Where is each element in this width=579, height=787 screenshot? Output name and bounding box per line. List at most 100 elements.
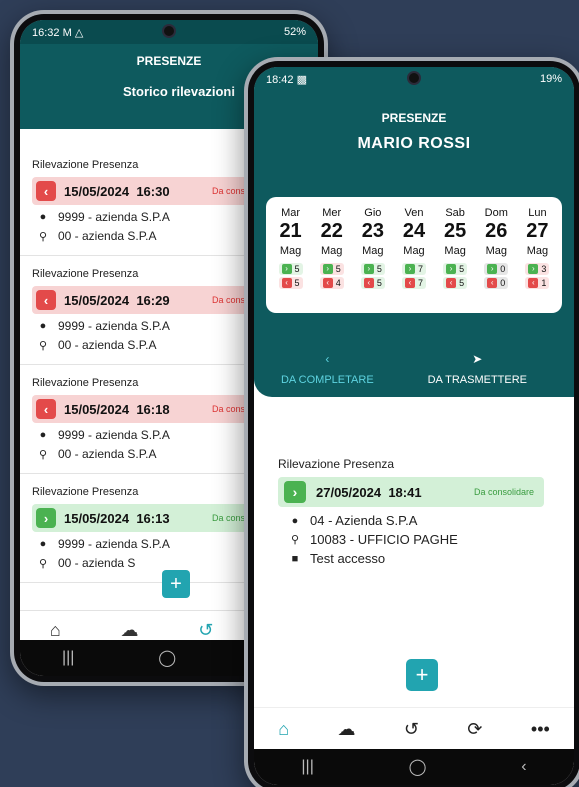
sync-icon[interactable]: ⟳	[467, 719, 482, 740]
app-title: PRESENZE	[381, 111, 447, 125]
back-icon[interactable]: ‹	[521, 758, 526, 776]
user-icon: ●	[39, 429, 47, 441]
exit-arrow-icon: ‹	[36, 399, 56, 419]
user-icon: ●	[39, 538, 47, 550]
record-office: 00 - azienda S	[58, 556, 136, 570]
record-company: 9999 - azienda S.P.A	[58, 210, 170, 224]
entry-arrow-icon: ›	[284, 481, 306, 503]
notification-icon: ▩	[296, 73, 307, 86]
status-badge: Da consolidare	[474, 487, 535, 497]
add-button[interactable]: +	[162, 570, 190, 598]
add-button[interactable]: +	[406, 659, 438, 691]
history-icon[interactable]: ↺	[404, 719, 419, 740]
record-time: 16:18	[136, 401, 170, 417]
entry-arrow-icon: ›	[404, 264, 415, 274]
entry-arrow-icon: ›	[322, 264, 333, 274]
exit-count: 5	[294, 278, 300, 288]
record-date: 15/05/2024	[64, 510, 130, 526]
status-left-icons: M △	[62, 26, 84, 39]
calendar-day[interactable]: Ven 24 Mag › 7 ‹ 7	[396, 207, 432, 313]
entry-count: 5	[376, 264, 382, 274]
exit-arrow-icon: ‹	[404, 278, 415, 288]
exit-count: 1	[541, 278, 547, 288]
week-calendar: Mar 21 Mag › 5 ‹ 5 Mer 22 Mag › 5 ‹ 4 Gi…	[266, 197, 562, 313]
record-company: 9999 - azienda S.P.A	[58, 319, 170, 333]
entry-arrow-icon: ›	[528, 264, 539, 274]
location-pin-icon: ⚲	[290, 534, 300, 546]
calendar-day[interactable]: Gio 23 Mag › 5 ‹ 5	[355, 207, 391, 313]
record-company: 04 - Azienda S.P.A	[310, 513, 418, 528]
cloud-upload-icon[interactable]: ☁	[337, 719, 355, 740]
entry-count: 3	[541, 264, 547, 274]
record-time: 16:13	[136, 510, 170, 526]
user-name: MARIO ROSSI	[357, 135, 471, 152]
entry-arrow-icon: ›	[446, 264, 457, 274]
exit-arrow-icon: ‹	[36, 290, 56, 310]
entry-count: 7	[417, 264, 423, 274]
record-note: Test accesso	[310, 551, 386, 566]
location-pin-icon: ⚲	[38, 230, 48, 243]
tab-da-trasmettere[interactable]: ➤ DA TRASMETTERE	[428, 352, 527, 386]
more-icon[interactable]: •••	[531, 719, 550, 740]
recents-icon[interactable]: |||	[62, 649, 74, 667]
exit-count: 4	[335, 278, 341, 288]
record-date: 15/05/2024	[64, 401, 130, 417]
record-time: 16:30	[136, 183, 170, 199]
exit-arrow-icon: ‹	[36, 181, 56, 201]
calendar-day[interactable]: Mer 22 Mag › 5 ‹ 4	[314, 207, 350, 313]
chevron-left-icon: ‹	[325, 352, 330, 366]
recents-icon[interactable]: |||	[301, 758, 313, 776]
entry-arrow-icon: ›	[36, 508, 56, 528]
record-date: 15/05/2024	[64, 292, 130, 308]
entry-count: 5	[335, 264, 341, 274]
calendar-day[interactable]: Sab 25 Mag › 5 ‹ 5	[437, 207, 473, 313]
status-time: 18:42	[266, 73, 294, 86]
cloud-upload-icon[interactable]: ☁	[120, 620, 138, 641]
status-time: 16:32	[32, 26, 60, 39]
record-office: 00 - azienda S.P.A	[58, 338, 157, 352]
tabs: ‹ DA COMPLETARE ➤ DA TRASMETTERE	[254, 352, 574, 386]
battery-level: 19%	[539, 73, 562, 85]
system-nav: ||| ◯ ‹	[254, 749, 574, 785]
note-icon: ■	[291, 552, 299, 565]
record-detail[interactable]: Rilevazione Presenza › 27/05/2024 18:41 …	[254, 397, 574, 566]
camera-icon	[162, 24, 176, 38]
exit-arrow-icon: ‹	[363, 278, 374, 288]
location-pin-icon: ⚲	[38, 339, 48, 352]
calendar-day[interactable]: Dom 26 Mag › 0 ‹ 0	[478, 207, 514, 313]
header: 18:42 ▩ 19% PRESENZE MARIO ROSSI Mar 21 …	[254, 67, 574, 397]
calendar-day[interactable]: Mar 21 Mag › 5 ‹ 5	[273, 207, 309, 313]
entry-arrow-icon: ›	[487, 264, 498, 274]
record-time: 18:41	[388, 484, 422, 500]
location-pin-icon: ⚲	[38, 448, 48, 461]
location-pin-icon: ⚲	[38, 557, 48, 570]
camera-icon	[407, 71, 421, 85]
home-circle-icon[interactable]: ◯	[409, 757, 427, 777]
exit-count: 7	[417, 278, 423, 288]
home-icon[interactable]: ⌂	[50, 620, 61, 641]
exit-count: 5	[376, 278, 382, 288]
record-office: 10083 - UFFICIO PAGHE	[310, 532, 458, 547]
record-company: 9999 - azienda S.P.A	[58, 428, 170, 442]
user-icon: ●	[39, 211, 47, 223]
exit-arrow-icon: ‹	[322, 278, 333, 288]
record-date: 15/05/2024	[64, 183, 130, 199]
phone-front-screen: 18:42 ▩ 19% PRESENZE MARIO ROSSI Mar 21 …	[254, 67, 574, 785]
entry-count: 5	[459, 264, 465, 274]
record-date: 27/05/2024	[316, 484, 382, 500]
home-circle-icon[interactable]: ◯	[158, 648, 176, 668]
tab-da-completare[interactable]: ‹ DA COMPLETARE	[281, 352, 374, 386]
record-office: 00 - azienda S.P.A	[58, 447, 157, 461]
phone-front: 18:42 ▩ 19% PRESENZE MARIO ROSSI Mar 21 …	[244, 57, 579, 787]
exit-arrow-icon: ‹	[281, 278, 292, 288]
history-icon[interactable]: ↺	[198, 620, 213, 641]
exit-arrow-icon: ‹	[528, 278, 539, 288]
home-icon[interactable]: ⌂	[278, 719, 289, 740]
battery-level: 52%	[283, 26, 306, 38]
calendar-day[interactable]: Lun 27 Mag › 3 ‹ 1	[519, 207, 555, 313]
entry-arrow-icon: ›	[281, 264, 292, 274]
exit-arrow-icon: ‹	[446, 278, 457, 288]
exit-count: 5	[459, 278, 465, 288]
exit-arrow-icon: ‹	[487, 278, 498, 288]
entry-count: 5	[294, 264, 300, 274]
